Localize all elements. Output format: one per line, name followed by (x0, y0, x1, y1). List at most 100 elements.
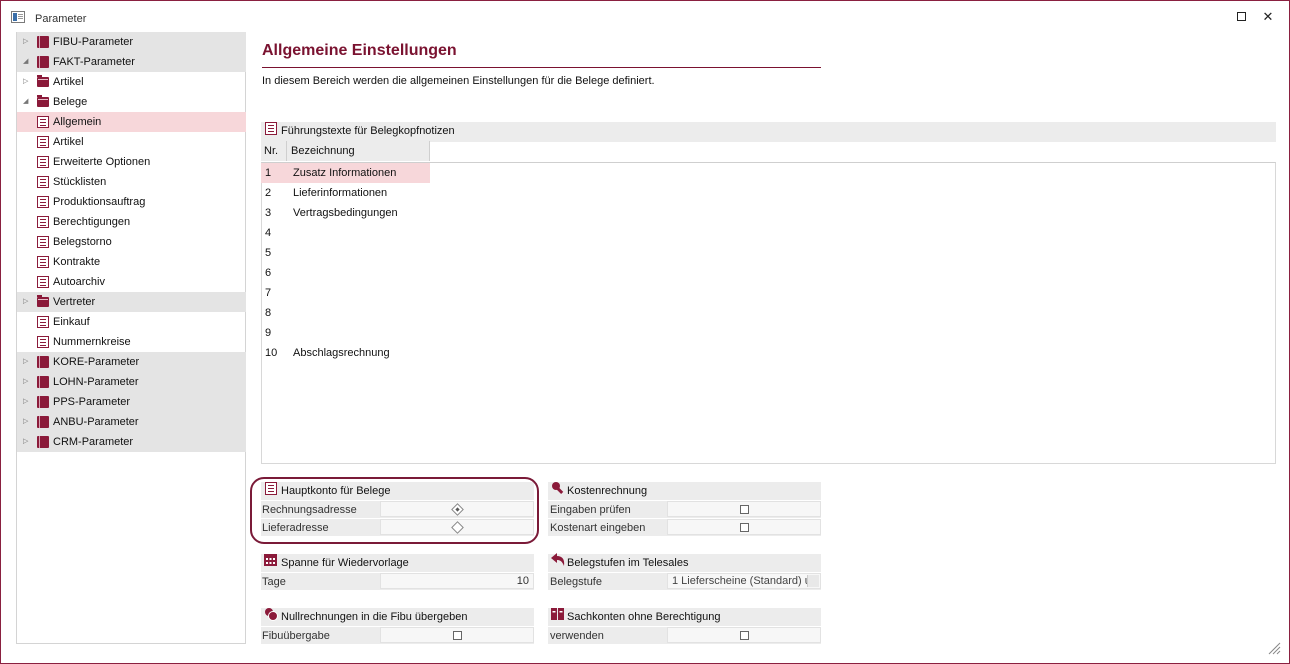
tree-item-label: Berechtigungen (53, 216, 131, 228)
tree-item-belegstorno[interactable]: Belegstorno (17, 232, 246, 252)
document-icon (37, 196, 49, 208)
tree-item-anbu-parameter[interactable]: ▷ ANBU-Parameter (17, 412, 246, 432)
row-number: 8 (265, 307, 272, 319)
tree-item-label: FIBU-Parameter (53, 36, 134, 48)
tree-item-stuecklisten[interactable]: Stücklisten (17, 172, 246, 192)
tree-item-artikel-folder[interactable]: ▷ Artikel (17, 72, 246, 92)
table-row[interactable]: 10 Abschlagsrechnung (261, 343, 430, 363)
folder-icon (37, 295, 49, 307)
table-row[interactable]: 3 Vertragsbedingungen (261, 203, 430, 223)
verwenden-field[interactable] (667, 627, 821, 643)
table-row[interactable]: 4 (261, 223, 430, 243)
tree-item-belege[interactable]: ◢ Belege (17, 92, 246, 112)
tree-item-label: CRM-Parameter (53, 436, 134, 448)
tree-item-kontrakte[interactable]: Kontrakte (17, 252, 246, 272)
expand-arrow-icon[interactable]: ▷ (23, 432, 31, 452)
collapse-arrow-icon[interactable]: ◢ (23, 92, 31, 112)
tree-item-label: LOHN-Parameter (53, 376, 139, 388)
belegstufen-title: Belegstufen im Telesales (567, 557, 689, 569)
row-bezeichnung: Lieferinformationen (293, 187, 388, 199)
row-number: 4 (265, 227, 272, 239)
document-icon (37, 336, 49, 348)
tree-item-lohn-parameter[interactable]: ▷ LOHN-Parameter (17, 372, 246, 392)
book-icon (37, 396, 49, 408)
calendar-icon (264, 553, 277, 566)
tree-item-label: FAKT-Parameter (53, 56, 135, 68)
tree-item-fibu-parameter[interactable]: ▷ FIBU-Parameter (17, 32, 246, 52)
tree-item-fakt-parameter[interactable]: ◢ FAKT-Parameter (17, 52, 246, 72)
book-icon (37, 356, 49, 368)
kostenart-eingeben-field[interactable] (667, 519, 821, 535)
tree-item-kore-parameter[interactable]: ▷ KORE-Parameter (17, 352, 246, 372)
tree-item-label: Erweiterte Optionen (53, 156, 151, 168)
expand-arrow-icon[interactable]: ▷ (23, 352, 31, 372)
verwenden-checkbox[interactable] (740, 631, 749, 640)
tree-item-autoarchiv[interactable]: Autoarchiv (17, 272, 246, 292)
expand-arrow-icon[interactable]: ▷ (23, 292, 31, 312)
tree-item-nummernkreise[interactable]: Nummernkreise (17, 332, 246, 352)
verwenden-label: verwenden (550, 630, 604, 642)
table-row[interactable]: 7 (261, 283, 430, 303)
tree-item-vertreter[interactable]: ▷ Vertreter (17, 292, 246, 312)
eingaben-pruefen-label: Eingaben prüfen (550, 504, 631, 516)
tage-input[interactable]: 10 (380, 573, 534, 589)
kostenart-eingeben-checkbox[interactable] (740, 523, 749, 532)
expand-arrow-icon[interactable]: ▷ (23, 32, 31, 52)
close-button[interactable]: ✕ (1260, 9, 1276, 25)
tree-item-allgemein[interactable]: Allgemein (17, 112, 246, 132)
tree-item-label: Vertreter (53, 296, 96, 308)
fibuuebergabe-label: Fibuübergabe (262, 630, 330, 642)
tree-item-einkauf[interactable]: Einkauf (17, 312, 246, 332)
collapse-arrow-icon[interactable]: ◢ (23, 52, 31, 72)
table-row[interactable]: 6 (261, 263, 430, 283)
tree-item-pps-parameter[interactable]: ▷ PPS-Parameter (17, 392, 246, 412)
fibuuebergabe-checkbox[interactable] (453, 631, 462, 640)
grid-title: Führungstexte für Belegkopfnotizen (281, 125, 455, 137)
belegstufe-value: 1 Lieferscheine (Standard) u (672, 575, 811, 587)
document-icon (37, 176, 49, 188)
dropdown-button-icon[interactable] (807, 575, 819, 587)
resize-grip-icon[interactable] (1267, 641, 1281, 655)
row-number: 9 (265, 327, 272, 339)
highlight-annotation (250, 477, 539, 544)
column-header-nr[interactable]: Nr. (261, 141, 287, 161)
expand-arrow-icon[interactable]: ▷ (23, 372, 31, 392)
tree-item-label: KORE-Parameter (53, 356, 140, 368)
eingaben-pruefen-checkbox[interactable] (740, 505, 749, 514)
row-number: 7 (265, 287, 272, 299)
nullrechnungen-title: Nullrechnungen in die Fibu übergeben (281, 611, 468, 623)
tree-item-artikel[interactable]: Artikel (17, 132, 246, 152)
tree-item-produktionsauftrag[interactable]: Produktionsauftrag (17, 192, 246, 212)
book-icon (37, 376, 49, 388)
notes-icon (265, 122, 277, 135)
expand-arrow-icon[interactable]: ▷ (23, 392, 31, 412)
row-number: 5 (265, 247, 272, 259)
document-icon (37, 256, 49, 268)
eingaben-pruefen-field[interactable] (667, 501, 821, 517)
table-row[interactable]: 5 (261, 243, 430, 263)
table-row[interactable]: 2 Lieferinformationen (261, 183, 430, 203)
table-row[interactable]: 9 (261, 323, 430, 343)
belegstufe-select[interactable]: 1 Lieferscheine (Standard) u (667, 573, 821, 589)
tage-label: Tage (262, 576, 286, 588)
table-row[interactable]: 8 (261, 303, 430, 323)
maximize-button[interactable] (1234, 9, 1250, 25)
window-title: Parameter (35, 13, 87, 25)
expand-arrow-icon[interactable]: ▷ (23, 72, 31, 92)
maximize-icon (1237, 12, 1246, 21)
tree-item-label: Belegstorno (53, 236, 112, 248)
row-number: 10 (265, 347, 278, 359)
row-bezeichnung: Zusatz Informationen (293, 167, 397, 179)
tree-item-crm-parameter[interactable]: ▷ CRM-Parameter (17, 432, 246, 452)
document-icon (37, 136, 49, 148)
table-row[interactable]: 1 Zusatz Informationen (261, 163, 430, 183)
book-icon (37, 56, 49, 68)
folder-icon (37, 75, 49, 87)
column-header-bezeichnung[interactable]: Bezeichnung (287, 141, 430, 161)
fibuuebergabe-field[interactable] (380, 627, 534, 643)
tree-item-label: Nummernkreise (53, 336, 131, 348)
tree-item-berechtigungen[interactable]: Berechtigungen (17, 212, 246, 232)
tree-item-erweiterte-optionen[interactable]: Erweiterte Optionen (17, 152, 246, 172)
tree-item-label: Stücklisten (53, 176, 107, 188)
expand-arrow-icon[interactable]: ▷ (23, 412, 31, 432)
